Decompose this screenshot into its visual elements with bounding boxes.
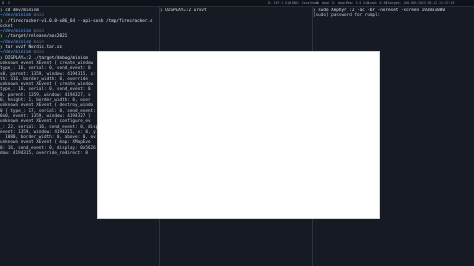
command-line: ❯ ./firecracker-v1.0.0-x86_64 --api-sock… [0, 19, 158, 24]
desktop-screen: 1 2 D: 167.1 GiB DNS: localhost W: down … [0, 0, 474, 266]
xephyr-window[interactable] [98, 52, 379, 218]
status-clock: 2023-05-12 21:37:45 [418, 1, 455, 5]
workspace-1-button[interactable]: 1 [2, 0, 4, 6]
command-line: ❯ DISPLAY=:2 urxvt [160, 8, 312, 13]
git-branch: main [31, 13, 44, 19]
terminal-pane-middle[interactable]: ❯ DISPLAY=:2 urxvt [160, 8, 312, 38]
command-text: DISPLAY=:2 ./target/debug/minism [5, 55, 88, 61]
prompt-path: ~/dev/minism [0, 50, 32, 56]
status-ethernet: E: down [332, 1, 346, 5]
git-branch: main [31, 50, 44, 56]
status-dns: DNS: localhost [292, 1, 319, 5]
status-net: W: down [316, 1, 330, 5]
prompt-path: ~/dev/minism [0, 13, 32, 19]
status-memory: Mem: 5.9 GiB [346, 1, 370, 5]
output-line: [sudo] password for rumpl: [313, 13, 381, 19]
terminal-pane-right[interactable]: ❯ sudo Xephyr :2 -ac -br -noreset -scree… [313, 8, 474, 38]
workspace-2-button[interactable]: 2 [8, 0, 10, 6]
status-load: Load: 0.30 [368, 1, 388, 5]
status-disk: D: 167.1 GiB [268, 1, 292, 5]
command-text: ./firecracker-v1.0.0-x86_64 --api-sock /… [5, 18, 153, 24]
command-text: ./target/release/aoc2021 [5, 34, 68, 40]
command-text: DISPLAY=:2 urxvt [165, 8, 207, 13]
status-bar: 1 2 D: 167.1 GiB DNS: localhost W: down … [0, 0, 474, 7]
status-battery: Charged: 100.00% [386, 1, 417, 5]
